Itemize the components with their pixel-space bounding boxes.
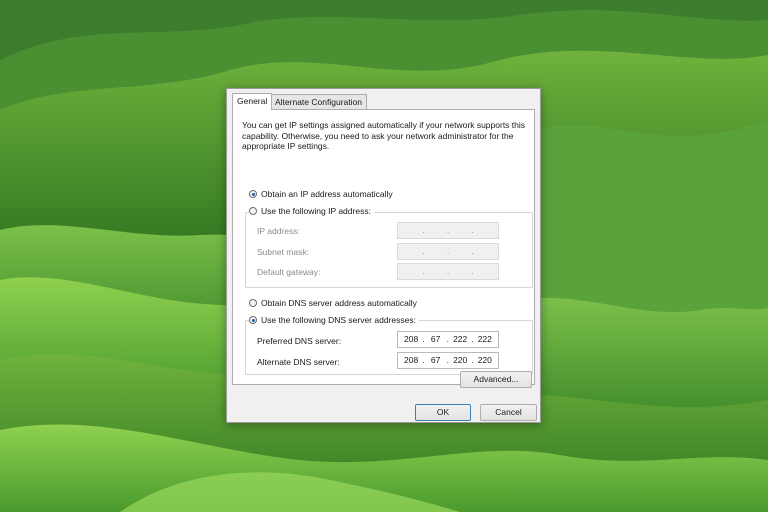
radio-label: Obtain an IP address automatically <box>261 189 393 199</box>
alternate-dns-label: Alternate DNS server: <box>257 357 340 367</box>
radio-indicator[interactable] <box>249 316 257 324</box>
preferred-dns-input[interactable]: 208. 67. 222. 222 <box>397 331 499 348</box>
radio-label: Obtain DNS server address automatically <box>261 298 417 308</box>
tab-general[interactable]: General <box>232 93 273 110</box>
preferred-dns-label: Preferred DNS server: <box>257 336 342 346</box>
radio-indicator[interactable] <box>249 299 257 307</box>
ip-address-label: IP address: <box>257 226 300 236</box>
ip-address-input: ... <box>397 222 499 239</box>
radio-indicator[interactable] <box>249 207 257 215</box>
subnet-mask-input: ... <box>397 243 499 260</box>
radio-obtain-ip-auto[interactable]: Obtain an IP address automatically <box>249 189 393 199</box>
radio-label: Use the following DNS server addresses: <box>261 315 416 325</box>
intro-text: You can get IP settings assigned automat… <box>242 120 526 151</box>
ok-button[interactable]: OK <box>415 404 471 421</box>
subnet-mask-label: Subnet mask: <box>257 247 309 257</box>
advanced-button[interactable]: Advanced... <box>460 371 532 388</box>
default-gateway-label: Default gateway: <box>257 267 321 277</box>
radio-indicator[interactable] <box>249 190 257 198</box>
default-gateway-input: ... <box>397 263 499 280</box>
tab-alternate-configuration[interactable]: Alternate Configuration <box>270 94 367 109</box>
ipv4-properties-dialog: General Alternate Configuration You can … <box>226 88 541 423</box>
general-panel: You can get IP settings assigned automat… <box>232 109 535 388</box>
radio-use-following-dns[interactable]: Use the following DNS server addresses: <box>249 315 419 325</box>
cancel-button[interactable]: Cancel <box>480 404 537 421</box>
radio-use-following-ip[interactable]: Use the following IP address: <box>249 206 374 216</box>
radio-obtain-dns-auto[interactable]: Obtain DNS server address automatically <box>249 298 417 308</box>
alternate-dns-input[interactable]: 208. 67. 220. 220 <box>397 352 499 369</box>
radio-label: Use the following IP address: <box>261 206 371 216</box>
